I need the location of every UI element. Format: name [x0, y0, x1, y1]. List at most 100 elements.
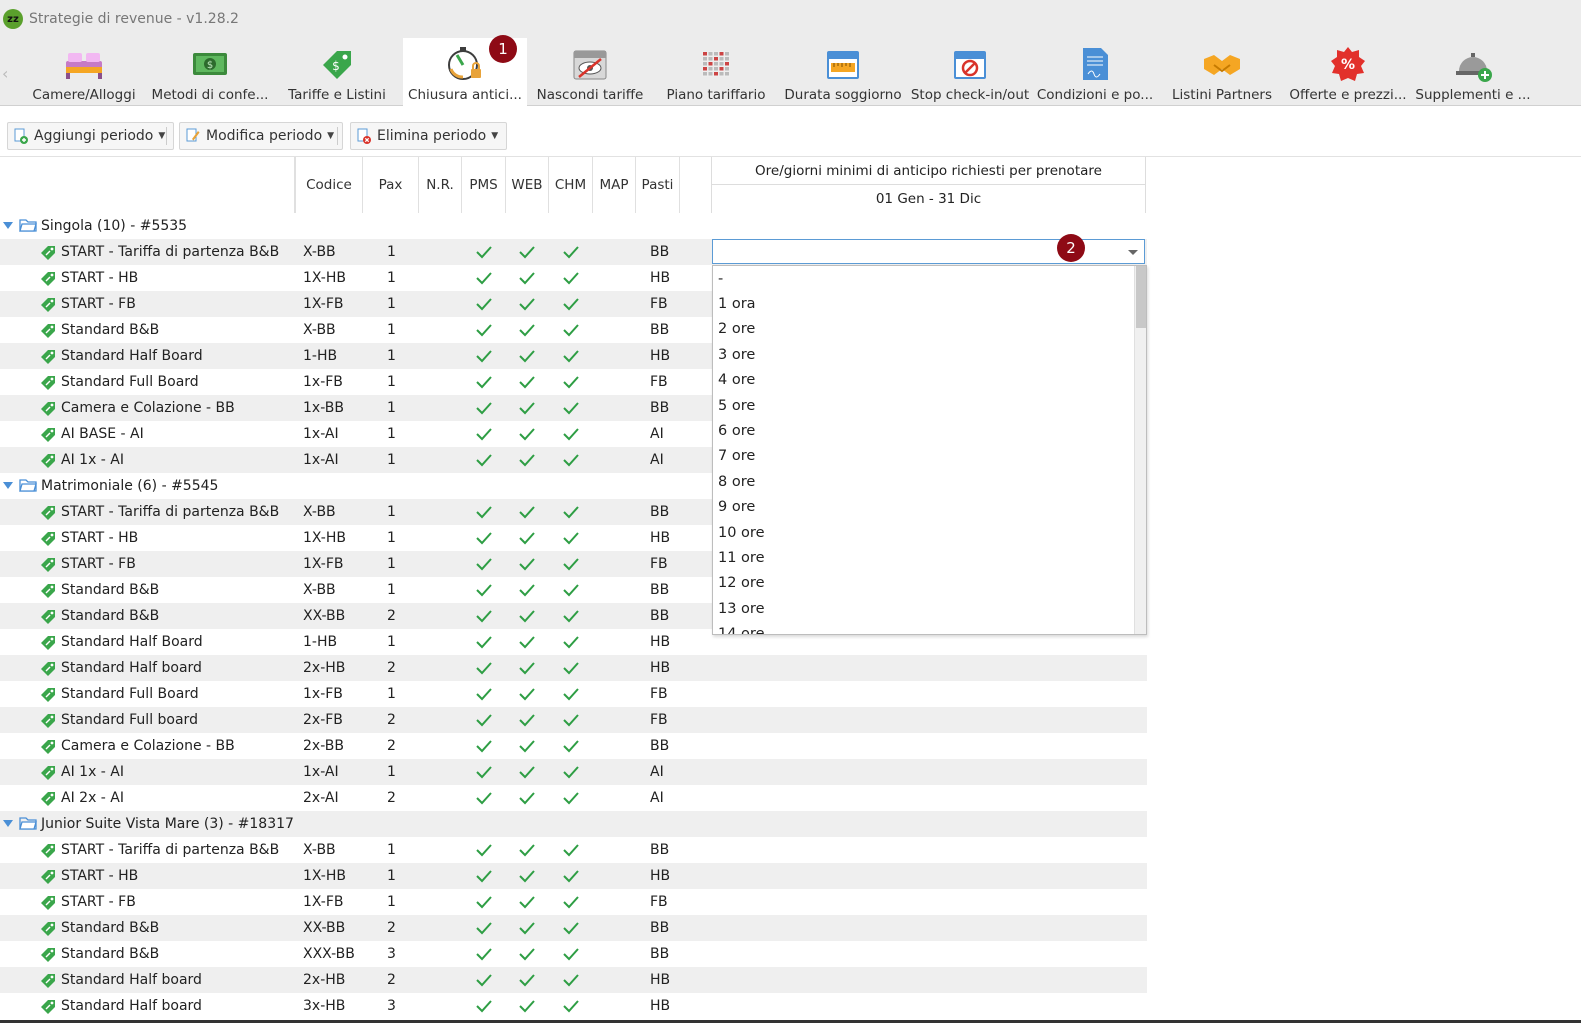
rate-row[interactable]: START - FB 1X-FB 1 FB	[0, 889, 1147, 915]
price-tag-icon	[40, 686, 56, 702]
ribbon-tab-money[interactable]: $ Metodi di confe...	[152, 38, 268, 106]
option-item[interactable]: -	[718, 266, 723, 291]
web-check-icon	[518, 764, 536, 780]
ribbon-tab-calendar-hidden[interactable]: Nascondi tariffe	[535, 38, 645, 106]
option-item[interactable]: 10 ore	[718, 520, 765, 545]
web-check-icon	[518, 270, 536, 286]
ribbon-tab-price-tag[interactable]: $ Tariffe e Listini	[284, 38, 390, 106]
rate-row[interactable]: Camera e Colazione - BB 2x-BB 2 BB	[0, 733, 1147, 759]
ribbon-tab-discount-badge[interactable]: % Offerte e prezzi...	[1286, 38, 1410, 106]
option-item[interactable]: 12 ore	[718, 571, 765, 596]
price-tag-icon	[40, 556, 56, 572]
ribbon-tab-label: Tariffe e Listini	[288, 87, 386, 103]
rate-meals: BB	[650, 244, 670, 260]
ribbon-tab-rate-grid[interactable]: Piano tariffario	[660, 38, 772, 106]
rate-meals: AI	[650, 764, 664, 780]
period-header-range[interactable]: 01 Gen - 31 Dic	[712, 185, 1145, 213]
column-header-meals[interactable]: Pasti	[636, 157, 680, 213]
web-check-icon	[518, 894, 536, 910]
option-item[interactable]: 9 ore	[718, 495, 755, 520]
chevron-down-icon[interactable]	[1128, 250, 1138, 255]
rate-meals: BB	[650, 738, 670, 754]
rate-meals: BB	[650, 920, 670, 936]
rate-row[interactable]: Standard Full board 2x-FB 2 FB	[0, 707, 1147, 733]
collapse-caret-icon[interactable]	[3, 820, 13, 827]
collapse-caret-icon[interactable]	[3, 222, 13, 229]
rate-row[interactable]: Standard Full Board 1x-FB 1 FB	[0, 681, 1147, 707]
web-check-icon	[518, 244, 536, 260]
rate-row[interactable]: Standard B&B XX-BB 2 BB	[0, 915, 1147, 941]
rate-pax: 2	[387, 608, 396, 624]
rate-row[interactable]: AI 1x - AI 1x-AI 1 AI	[0, 759, 1147, 785]
rate-row[interactable]: Standard Half board 3x-HB 3 HB	[0, 993, 1147, 1017]
group-row[interactable]: Singola (10) - #5535	[0, 213, 1147, 239]
ribbon-tab-service-bell-add[interactable]: Supplementi e ...	[1410, 38, 1536, 106]
ribbon-tab-label: Camere/Alloggi	[32, 87, 136, 103]
rate-row[interactable]: Standard Half board 2x-HB 2 HB	[0, 655, 1147, 681]
option-item[interactable]: 4 ore	[718, 368, 755, 393]
ribbon-scroll-left-icon[interactable]: ‹	[2, 64, 8, 83]
rate-row[interactable]: Standard Half board 2x-HB 2 HB	[0, 967, 1147, 993]
ribbon-tab-bed[interactable]: Camere/Alloggi	[30, 38, 138, 106]
dropdown-scrollbar[interactable]	[1134, 266, 1146, 634]
pms-check-icon	[475, 764, 493, 780]
option-item[interactable]: 5 ore	[718, 393, 755, 418]
chm-check-icon	[562, 790, 580, 806]
rate-code: XX-BB	[303, 608, 346, 624]
column-header-map[interactable]: MAP	[593, 157, 636, 213]
chm-check-icon	[562, 764, 580, 780]
rate-name: AI 1x - AI	[61, 452, 125, 468]
chm-check-icon	[562, 608, 580, 624]
option-item[interactable]: 7 ore	[718, 444, 755, 469]
option-item[interactable]: 14 ore	[718, 622, 765, 634]
ribbon-tab-document-signature[interactable]: Condizioni e po...	[1036, 38, 1154, 106]
column-header-pax[interactable]: Pax	[363, 157, 419, 213]
delete-period-label: Elimina periodo	[377, 128, 487, 144]
rate-row[interactable]: START - Tariffa di partenza B&B X-BB 1 BB	[0, 837, 1147, 863]
step-badge-1: 1	[489, 35, 517, 63]
period-column-header: Ore/giorni minimi di anticipo richiesti …	[711, 157, 1146, 213]
price-tag-icon	[40, 244, 56, 260]
rate-meals: HB	[650, 348, 671, 364]
option-item[interactable]: 1 ora	[718, 291, 756, 316]
rate-pax: 2	[387, 790, 396, 806]
delete-document-icon	[357, 128, 371, 144]
rate-code: 2x-FB	[303, 712, 343, 728]
rate-row[interactable]: AI 2x - AI 2x-AI 2 AI	[0, 785, 1147, 811]
rate-code: 1x-AI	[303, 764, 339, 780]
chm-check-icon	[562, 894, 580, 910]
option-item[interactable]: 2 ore	[718, 317, 755, 342]
rate-row[interactable]: START - HB 1X-HB 1 HB	[0, 863, 1147, 889]
rate-row[interactable]: Standard B&B XXX-BB 3 BB	[0, 941, 1147, 967]
option-item[interactable]: 8 ore	[718, 469, 755, 494]
column-header-code[interactable]: Codice	[295, 157, 363, 213]
option-item[interactable]: 3 ore	[718, 342, 755, 367]
group-row[interactable]: Junior Suite Vista Mare (3) - #18317	[0, 811, 1147, 837]
add-period-button[interactable]: Aggiungi periodo ▼	[7, 122, 175, 150]
web-check-icon	[518, 426, 536, 442]
edit-period-button[interactable]: Modifica periodo ▼	[179, 122, 344, 150]
chm-check-icon	[562, 244, 580, 260]
rate-meals: AI	[650, 426, 664, 442]
ribbon-tab-calendar-stop[interactable]: Stop check-in/out	[911, 38, 1029, 106]
ribbon-tab-calendar-ruler[interactable]: Durata soggiorno	[784, 38, 902, 106]
pms-check-icon	[475, 686, 493, 702]
pms-check-icon	[475, 530, 493, 546]
chm-check-icon	[562, 296, 580, 312]
ribbon-tab-handshake[interactable]: Listini Partners	[1164, 38, 1280, 106]
column-header-web[interactable]: WEB	[506, 157, 549, 213]
option-item[interactable]: 13 ore	[718, 596, 765, 621]
scrollbar-thumb[interactable]	[1136, 266, 1146, 328]
option-item[interactable]: 6 ore	[718, 418, 755, 443]
option-item[interactable]: 11 ore	[718, 545, 765, 570]
column-header-pms[interactable]: PMS	[462, 157, 506, 213]
pms-check-icon	[475, 400, 493, 416]
price-tag-icon	[40, 322, 56, 338]
column-header-nr[interactable]: N.R.	[419, 157, 462, 213]
collapse-caret-icon[interactable]	[3, 482, 13, 489]
column-header-chm[interactable]: CHM	[549, 157, 593, 213]
price-tag-icon	[40, 530, 56, 546]
ribbon-tab-label: Condizioni e po...	[1036, 87, 1154, 103]
delete-period-button[interactable]: Elimina periodo ▼	[350, 122, 508, 150]
rate-pax: 1	[387, 296, 396, 312]
